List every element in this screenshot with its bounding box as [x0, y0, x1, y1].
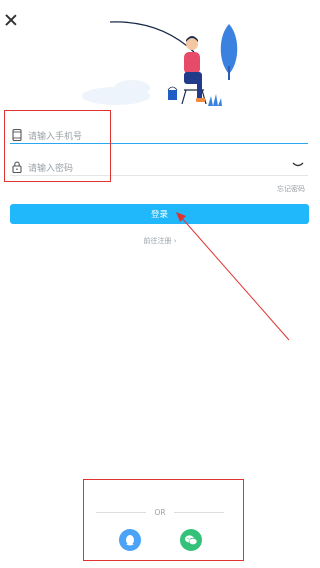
or-divider: OR: [96, 506, 224, 518]
qq-icon: [126, 534, 134, 545]
login-button[interactable]: 登录: [10, 204, 309, 224]
annotation-box-fields: [4, 110, 111, 182]
or-label: OR: [154, 507, 166, 517]
wechat-icon: [185, 535, 198, 546]
qq-login-button[interactable]: [119, 529, 141, 551]
or-line-right: [173, 511, 224, 513]
wechat-login-button[interactable]: [180, 529, 202, 551]
fishing-illustration: [82, 21, 238, 106]
annotation-box-social: [83, 479, 244, 561]
close-icon[interactable]: [4, 13, 18, 27]
register-link[interactable]: 前往注册 ›: [0, 236, 320, 246]
forgot-password-link[interactable]: 忘记密码: [277, 184, 305, 194]
or-line-left: [96, 511, 147, 513]
eye-closed-icon[interactable]: [292, 161, 304, 169]
